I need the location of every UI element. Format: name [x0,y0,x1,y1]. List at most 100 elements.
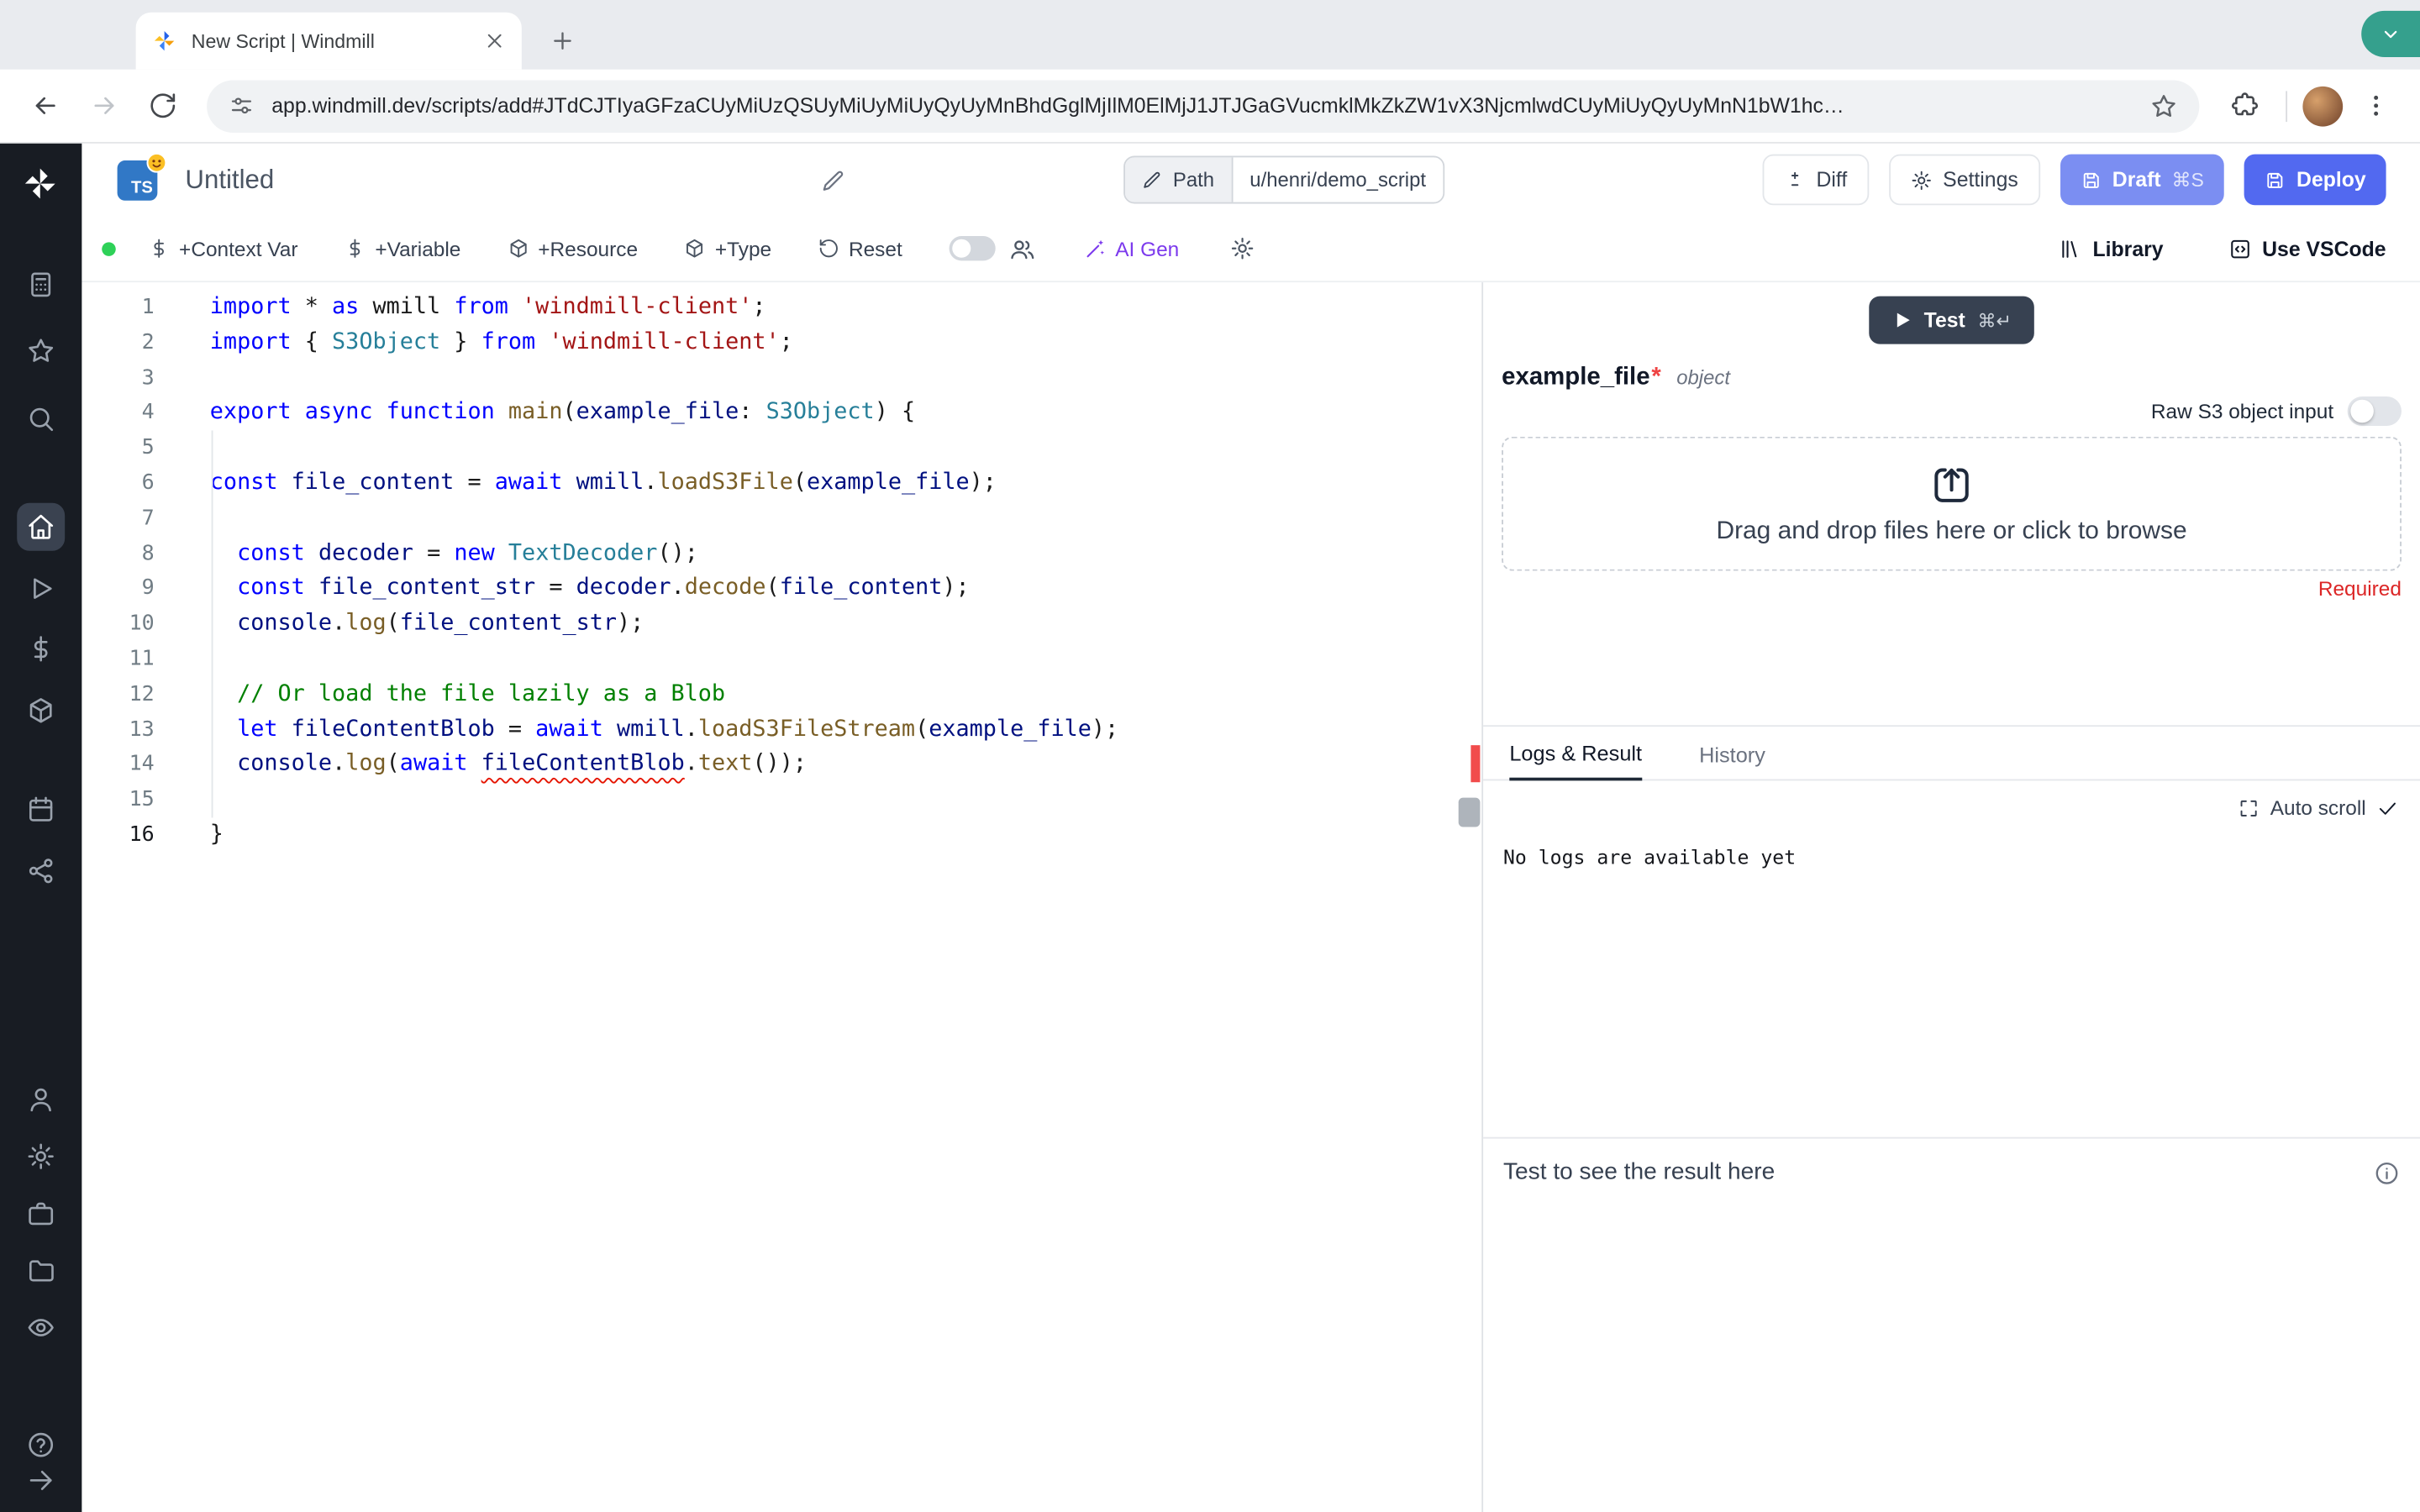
required-hint: Required [2317,576,2402,601]
code-line[interactable]: 11 [82,642,1481,677]
windmill-favicon [151,28,177,54]
tab-history[interactable]: History [1699,743,1765,779]
sidebar-item-help[interactable] [26,1431,55,1460]
code-line[interactable]: 14 console.log(await fileContentBlob.tex… [82,748,1481,783]
tab-close-icon[interactable] [483,29,507,53]
code-line[interactable]: 6 const file_content = await wmill.loadS3… [82,466,1481,501]
dollar-icon [345,238,366,260]
sidebar-item-flows[interactable] [26,856,55,885]
code-line[interactable]: 5 [82,431,1481,466]
add-variable-button[interactable]: +Variable [345,237,460,260]
sidebar-item-workers[interactable] [26,1199,55,1228]
logs-tabs: Logs & Result History [1483,727,2420,781]
raw-s3-toggle[interactable] [2347,396,2402,426]
use-vscode-button[interactable]: Use VSCode [2228,237,2386,260]
code-editor[interactable]: 1 import * as wmill from 'windmill-client… [82,282,1481,1512]
auto-scroll-control[interactable]: Auto scroll [1483,780,2420,819]
code-line[interactable]: 12 // Or load the file lazily as a Blob [82,677,1481,712]
diff-button[interactable]: Diff [1762,154,1869,206]
code-line[interactable]: 1 import * as wmill from 'windmill-client… [82,290,1481,325]
argument-type: object [1676,365,1730,389]
box-icon [508,238,529,260]
code-line[interactable]: 9 const file_content_str = decoder.decod… [82,571,1481,606]
test-button[interactable]: Test ⌘↵ [1868,296,2035,344]
code-line[interactable]: 3 [82,360,1481,396]
site-info-icon[interactable] [229,92,255,118]
sidebar-item-runs[interactable] [26,574,55,603]
code-line[interactable]: 7 [82,501,1481,537]
add-type-button[interactable]: +Type [684,237,771,260]
browser-menu-button[interactable] [2349,80,2402,132]
sidebar-item-audit-logs[interactable] [26,1313,55,1342]
sidebar-item-home[interactable] [26,512,55,542]
sidebar-item-expand-sidebar[interactable] [26,1466,55,1495]
deploy-button[interactable]: Deploy [2244,154,2386,206]
library-icon [2059,237,2082,260]
indent-guide [211,430,213,818]
library-button[interactable]: Library [2059,237,2164,260]
sidebar-item-apps[interactable] [26,270,55,299]
new-tab-button[interactable] [542,20,582,60]
reload-button[interactable] [136,80,188,132]
code-line[interactable]: 13 let fileContentBlob = await wmill.loa… [82,712,1481,748]
sidebar-item-favorites[interactable] [26,336,55,365]
code-line[interactable]: 16} [82,817,1481,853]
add-context-var-button[interactable]: +Context Var [148,237,297,260]
code-line[interactable]: 2 import { S3Object } from 'windmill-clie… [82,325,1481,360]
line-number: 2 [141,329,155,355]
editor-settings-icon[interactable] [1230,236,1255,260]
browser-tab[interactable]: New Script | Windmill [135,12,522,70]
code-line[interactable]: 10 console.log(file_content_str); [82,606,1481,642]
sidebar [0,143,82,1512]
path-group[interactable]: Path u/henri/demo_script [1123,155,1445,204]
screen-share-button[interactable] [2361,10,2420,57]
path-label: Path [1172,168,1215,192]
info-icon[interactable] [2374,1160,2400,1186]
line-number: 8 [141,540,155,566]
dollar-icon [148,238,170,260]
status-dot [102,241,116,255]
windmill-logo[interactable] [20,164,60,204]
kebab-menu-icon [2360,91,2390,120]
toolbar-divider [2286,90,2288,122]
edit-title-icon[interactable] [821,167,845,192]
settings-button[interactable]: Settings [1888,154,2040,206]
address-row: app.windmill.dev/scripts/add#JTdCJTIyaGF… [0,69,2420,144]
play-icon [1891,310,1912,330]
sidebar-item-users[interactable] [26,1084,55,1114]
sidebar-item-schedules[interactable] [26,795,55,824]
extensions-button[interactable] [2217,80,2270,132]
tab-title: New Script | Windmill [191,29,375,52]
reload-icon [147,91,176,120]
sidebar-item-settings[interactable] [26,1142,55,1171]
save-icon [2264,169,2286,191]
address-bar[interactable]: app.windmill.dev/scripts/add#JTdCJTIyaGF… [207,79,2200,133]
script-header: TS Untitled Path u/henri/demo_script Dif… [82,144,2420,216]
avatar[interactable] [2302,85,2344,126]
scrollbar-thumb[interactable] [1458,797,1481,827]
line-number: 5 [141,435,155,460]
sidebar-item-resources[interactable] [26,696,55,725]
file-dropzone[interactable]: Drag and drop files here or click to bro… [1502,436,2402,571]
code-line[interactable]: 15 [82,783,1481,818]
back-button[interactable] [18,80,71,132]
script-title[interactable]: Untitled [185,165,274,196]
line-number: 10 [129,611,155,637]
multiplayer-toggle[interactable] [948,236,995,261]
code-line[interactable]: 4 export async function main(example_file… [82,396,1481,431]
ai-gen-button[interactable]: AI Gen [1083,237,1179,260]
arrow-left-icon [30,91,60,120]
add-resource-button[interactable]: +Resource [508,237,638,260]
code-line[interactable]: 8 const decoder = new TextDecoder(); [82,536,1481,571]
bookmark-icon[interactable] [2150,92,2178,119]
expand-icon[interactable] [2238,797,2260,819]
forward-button[interactable] [77,80,129,132]
sidebar-item-search[interactable] [26,404,55,433]
tab-logs-result[interactable]: Logs & Result [1509,742,1643,781]
editor-toolbar: +Context Var +Variable +Resource +Type Reset… [82,216,2420,283]
draft-button[interactable]: Draft ⌘S [2060,154,2224,206]
line-number: 15 [129,787,155,812]
sidebar-item-folders[interactable] [26,1256,55,1285]
sidebar-item-variables[interactable] [26,634,55,664]
reset-button[interactable]: Reset [818,237,902,260]
